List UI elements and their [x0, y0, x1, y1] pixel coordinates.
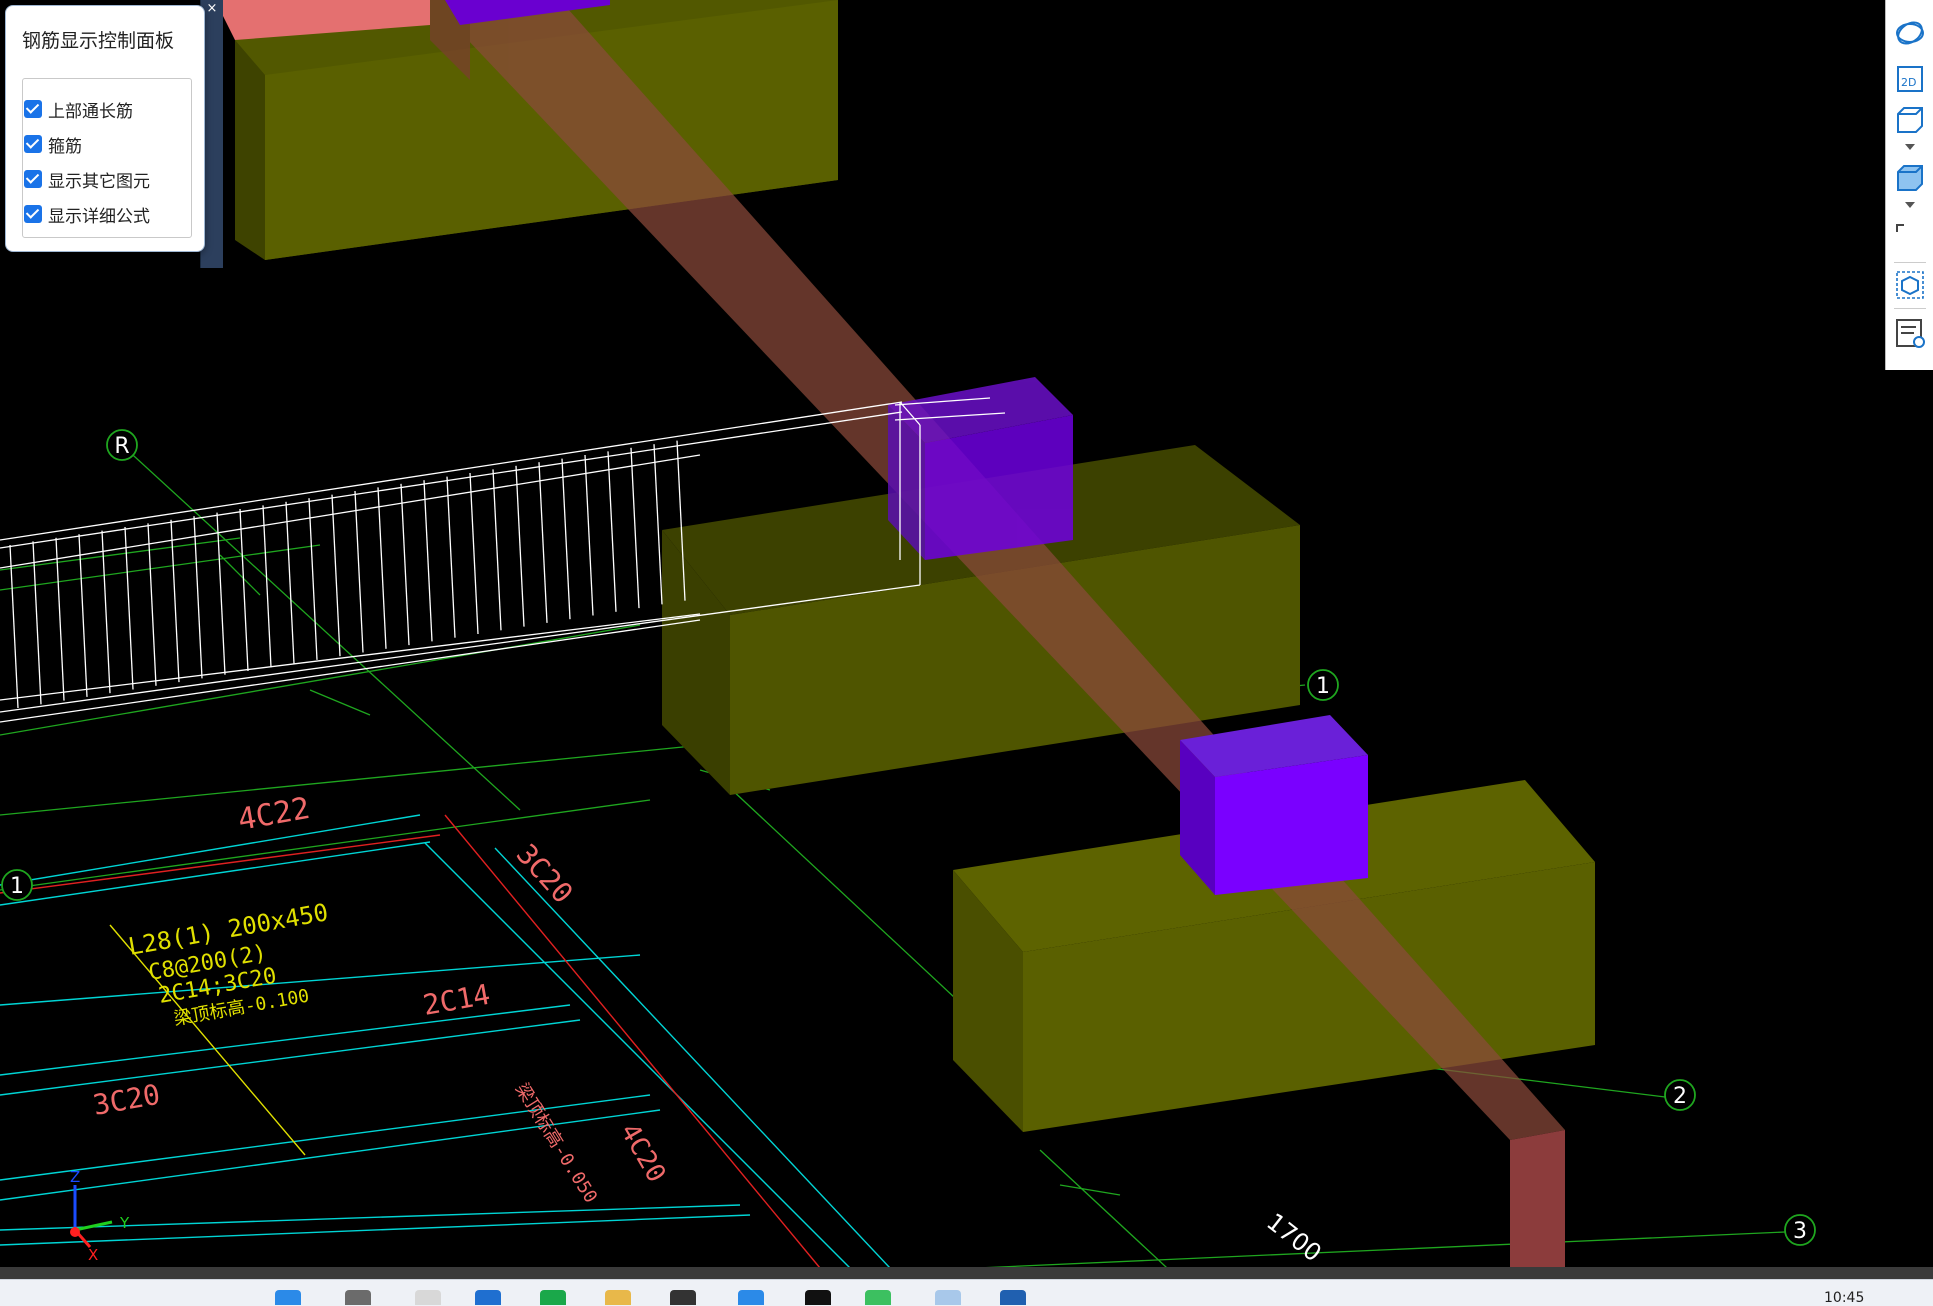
app-icon[interactable] — [805, 1290, 831, 1305]
app-icon[interactable] — [935, 1290, 961, 1305]
option-stirrup[interactable]: 箍筋 — [24, 131, 82, 157]
view-3d-solid-icon[interactable] — [1892, 162, 1928, 196]
rebar-display-panel: 钢筋显示控制面板 上部通长筋 箍筋 显示其它图元 显示详细公式 — [5, 5, 205, 252]
option-show-formula[interactable]: 显示详细公式 — [24, 201, 150, 227]
axis-label-1-top: 1 — [1316, 674, 1330, 699]
svg-text:2D: 2D — [1901, 76, 1916, 89]
gizmo-y: Y — [119, 1214, 130, 1232]
fit-view-icon[interactable] — [1892, 220, 1928, 254]
model-viewport[interactable]: R 1 1 2 3 1700 4C22 3C20 L28(1) 200x450 … — [0, 0, 1933, 1305]
axis-label-r: R — [114, 434, 129, 459]
toolbar-separator — [1894, 262, 1926, 263]
toolbar-separator — [1894, 308, 1926, 309]
orbit-icon[interactable] — [1892, 16, 1928, 50]
view-toolbar: 2D — [1885, 0, 1933, 370]
start-icon[interactable] — [275, 1290, 301, 1305]
app-icon[interactable] — [475, 1290, 501, 1305]
panel-close-button[interactable]: × — [205, 2, 219, 16]
chevron-down-icon[interactable] — [1892, 198, 1928, 212]
option-show-other-elements[interactable]: 显示其它图元 — [24, 166, 150, 192]
gizmo-x: X — [88, 1246, 98, 1264]
taskview-icon[interactable] — [415, 1290, 441, 1305]
checkbox-checked-icon[interactable] — [24, 135, 42, 153]
option-top-continuous-bar[interactable]: 上部通长筋 — [24, 96, 133, 122]
folder-icon[interactable] — [605, 1290, 631, 1305]
taskbar-clock: 10:45 — [1824, 1290, 1865, 1306]
dynamic-observe-icon[interactable] — [1892, 268, 1928, 302]
view-2d-icon[interactable]: 2D — [1892, 62, 1928, 96]
horizontal-scrollbar[interactable] — [0, 1267, 1933, 1279]
app-icon[interactable] — [865, 1290, 891, 1305]
axis-label-3: 3 — [1793, 1219, 1807, 1244]
column-bottom[interactable] — [1180, 715, 1368, 895]
app-icon[interactable] — [1000, 1290, 1026, 1305]
column-middle[interactable] — [888, 377, 1073, 560]
beam-end — [1510, 1130, 1565, 1268]
search-icon[interactable] — [345, 1290, 371, 1305]
display-settings-icon[interactable] — [1892, 316, 1928, 350]
checkbox-checked-icon[interactable] — [24, 170, 42, 188]
view-3d-wire-icon[interactable] — [1892, 104, 1928, 138]
checkbox-checked-icon[interactable] — [24, 205, 42, 223]
checkbox-checked-icon[interactable] — [24, 100, 42, 118]
gizmo-z: Z — [70, 1168, 80, 1186]
app-icon[interactable] — [738, 1290, 764, 1305]
panel-title: 钢筋显示控制面板 — [22, 30, 175, 52]
axis-label-1-left: 1 — [10, 874, 24, 899]
app-icon[interactable] — [670, 1290, 696, 1305]
app-icon[interactable] — [540, 1290, 566, 1305]
chevron-down-icon[interactable] — [1892, 140, 1928, 154]
axis-label-2: 2 — [1673, 1084, 1687, 1109]
